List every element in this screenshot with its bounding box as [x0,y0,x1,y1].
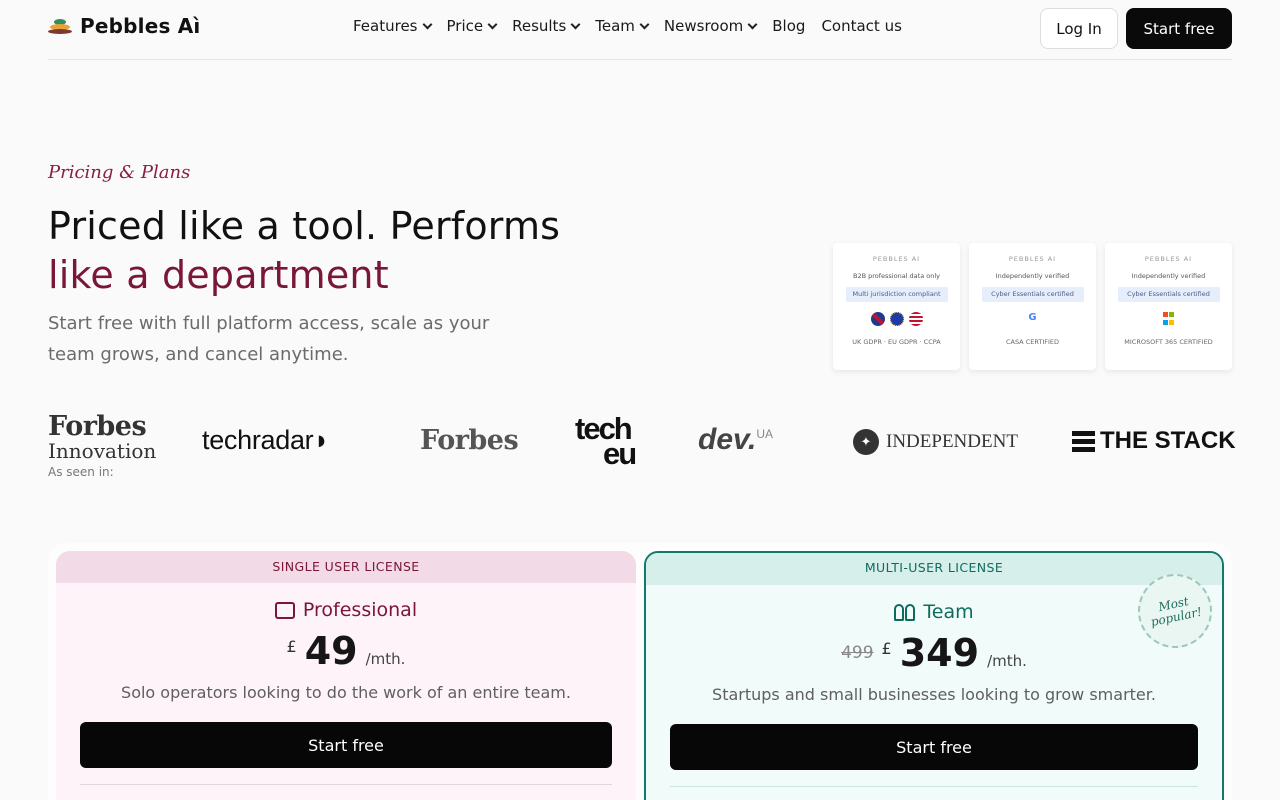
plan-title: Professional [56,599,636,621]
cert-card-gdpr: PEBBLES AI B2B professional data only Mu… [833,243,960,370]
as-seen-in-label: As seen in: [48,465,114,479]
menu-team[interactable]: Team [595,17,650,35]
dev-ua-logo: dev.UA [698,423,773,457]
menu-results[interactable]: Results [512,17,581,35]
eu-flag-icon [889,312,904,326]
start-free-button[interactable]: Start free [1126,8,1232,49]
chevron-down-icon [422,19,432,29]
headline-line-1: Priced like a tool. Performs [48,204,561,248]
cert-icon-row [1105,312,1232,326]
chevron-down-icon [570,19,581,29]
cert-icon-row: G [969,312,1096,326]
cert-brand: PEBBLES AI [1008,255,1057,263]
top-nav: Pebbles Aì Features Price Results Team N… [48,0,1232,60]
plan-description: Startups and small businesses looking to… [712,685,1156,704]
independent-logo: ✦ INDEPENDENT [853,429,1018,455]
techeu-logo: tech eu [575,413,637,469]
cert-badge: Cyber Essentials certified [981,287,1084,302]
plan-card-team: MULTI-USER LICENSE Team 499 £ 349 /mth. … [644,551,1224,800]
signal-icon: ◗ [313,425,330,455]
menu-label: Team [595,17,635,35]
microsoft-icon [1163,312,1174,326]
cert-footer: CASA CERTIFIED [1005,338,1060,346]
cert-brand: PEBBLES AI [872,255,921,263]
cert-line: Independently verified [1131,272,1206,280]
plan-price: £ 49 /mth. [56,629,636,673]
logo-text: dev. [698,423,757,456]
menu-price[interactable]: Price [446,17,498,35]
plan-card-professional: SINGLE USER LICENSE Professional £ 49 /m… [56,551,636,800]
old-price: 499 [841,643,874,663]
cert-line: B2B professional data only [852,272,941,280]
plan-name-text: Professional [302,599,418,621]
professional-start-free-button[interactable]: Start free [80,722,612,768]
hero-eyebrow: Pricing & Plans [48,162,191,183]
chevron-down-icon [487,19,498,29]
menu-label: Newsroom [663,17,744,35]
price-period: /mth. [987,652,1027,670]
plan-price: 499 £ 349 /mth. [646,631,1222,675]
eagle-icon: ✦ [853,429,879,455]
plan-name-text: Team [923,601,974,623]
chevron-down-icon [747,19,758,29]
forbes-logo: Forbes [420,425,519,456]
cert-card-microsoft: PEBBLES AI Independently verified Cyber … [1105,243,1232,370]
menu-label: Price [446,17,484,35]
menu-features[interactable]: Features [353,17,432,35]
logo-text: Innovation [48,439,157,463]
logo-sup: UA [756,427,774,441]
chevron-down-icon [639,19,650,29]
briefcase-icon [274,601,295,619]
plan-description: Solo operators looking to do the work of… [121,683,571,702]
divider [670,786,1198,787]
the-stack-logo: THE STACK [1072,427,1236,455]
hero-headline: Priced like a tool. Performs like a depa… [48,202,648,300]
login-button[interactable]: Log In [1040,8,1118,49]
menu-label: Blog [772,17,806,35]
logo-text: Forbes [48,411,147,442]
stack-icon [1072,429,1095,453]
team-start-free-button[interactable]: Start free [670,724,1198,770]
techradar-logo: techradar◗ [202,425,330,456]
hero-subtext: Start free with full platform access, sc… [48,313,490,365]
main-menu: Features Price Results Team Newsroom Blo… [353,17,902,35]
brand-logo[interactable]: Pebbles Aì [48,14,200,38]
menu-label: Results [512,17,567,35]
cert-badge: Cyber Essentials certified [1117,287,1220,302]
plan-band: MULTI-USER LICENSE [646,553,1222,585]
pebbles-logo-icon [48,17,72,35]
forbes-innovation-logo: Forbes Innovation [48,411,157,463]
divider [80,784,612,785]
menu-blog[interactable]: Blog [772,17,805,35]
google-icon: G [1028,312,1037,323]
price-amount: 49 [304,629,358,673]
us-flag-icon [908,312,923,326]
cert-card-casa: PEBBLES AI Independently verified Cyber … [969,243,1096,370]
price-period: /mth. [365,650,406,668]
currency: £ [286,637,297,656]
logo-text: THE STACK [1100,427,1236,454]
menu-label: Contact us [821,17,902,35]
logo-text: techradar [202,425,314,455]
uk-flag-icon [870,312,885,326]
menu-label: Features [353,17,418,35]
menu-newsroom[interactable]: Newsroom [663,17,758,35]
menu-contact[interactable]: Contact us [821,17,901,35]
price-amount: 349 [899,631,980,675]
cert-footer: UK GDPR · EU GDPR · CCPA [852,338,941,346]
headline-line-2: like a department [48,253,389,297]
cert-brand: PEBBLES AI [1144,255,1193,263]
brand-name: Pebbles Aì [80,14,201,38]
cert-badge: Multi jurisdiction compliant [845,287,948,302]
cert-line: Independently verified [995,272,1070,280]
logo-text: INDEPENDENT [886,431,1018,452]
cert-footer: MICROSOFT 365 CERTIFIED [1124,338,1213,346]
plan-title: Team [646,601,1222,623]
users-icon [894,603,916,621]
cert-flags [833,312,960,326]
currency: £ [881,639,892,658]
plan-band: SINGLE USER LICENSE [56,551,636,583]
